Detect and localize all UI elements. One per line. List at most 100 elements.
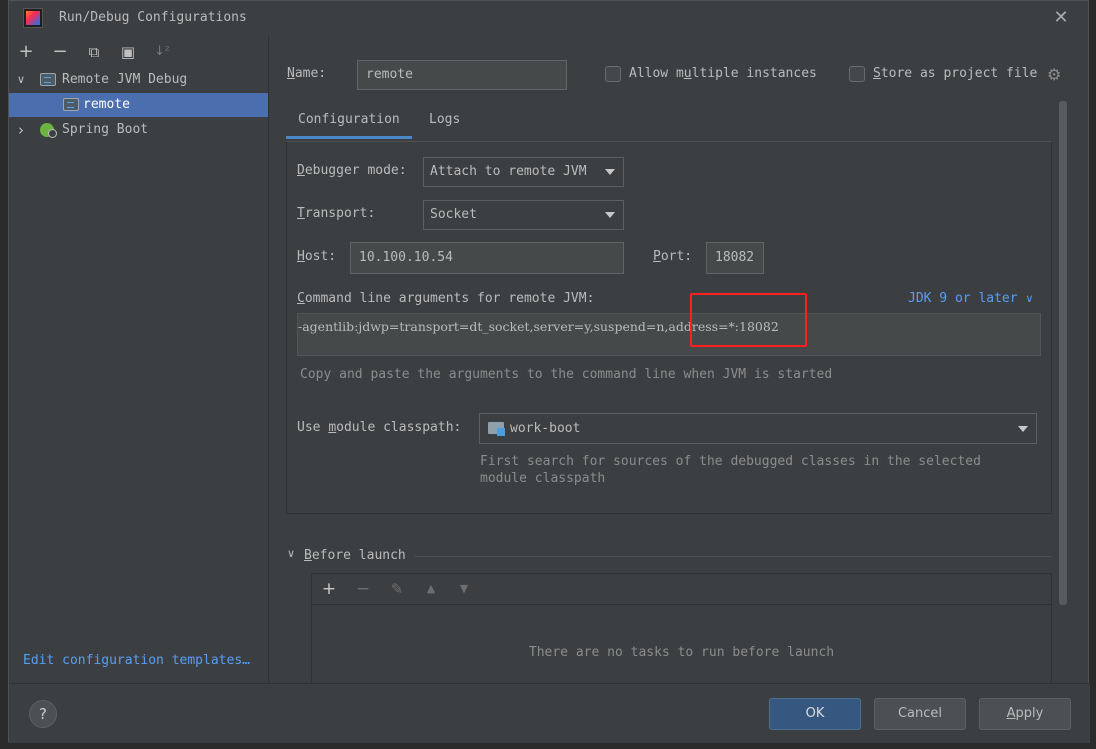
spring-boot-icon <box>40 123 57 138</box>
close-icon[interactable]: ✕ <box>1050 7 1072 29</box>
gear-icon[interactable]: ⚙ <box>1047 65 1061 84</box>
label-part: ltiple instances <box>691 66 817 81</box>
mnemonic: T <box>297 206 305 221</box>
store-as-project-file-label[interactable]: Store as project file <box>873 66 1037 81</box>
link-text: JDK 9 or later <box>908 291 1018 306</box>
chevron-down-icon: ∨ <box>1025 292 1034 305</box>
configurations-sidebar: + − ⧉ ▣ ↓ᶻ ∨ Remote JVM Debug remote › S… <box>9 35 269 683</box>
remote-debug-icon <box>63 98 79 111</box>
sort-configurations-icon[interactable]: ↓ᶻ <box>151 41 173 63</box>
transport-label: Transport: <box>297 206 375 221</box>
debugger-mode-label: Debugger mode: <box>297 163 407 178</box>
mnemonic: A <box>1006 706 1016 721</box>
before-launch-empty-text: There are no tasks to run before launch <box>528 645 835 660</box>
select-value: work-boot <box>510 421 581 436</box>
debugger-mode-select[interactable]: Attach to remote JVM <box>423 157 624 187</box>
label-part: pply <box>1015 706 1044 721</box>
mnemonic: B <box>304 548 312 563</box>
port-input[interactable]: 18082 <box>706 242 764 274</box>
chevron-down-icon[interactable]: ∨ <box>15 68 27 92</box>
allow-multiple-instances-checkbox[interactable] <box>605 66 621 82</box>
tree-item-remote[interactable]: remote <box>9 93 268 117</box>
host-input[interactable]: 10.100.10.54 <box>350 242 624 274</box>
chevron-down-icon[interactable]: ∨ <box>287 547 295 560</box>
label-part: ransport: <box>304 206 376 221</box>
allow-multiple-instances-label[interactable]: Allow multiple instances <box>629 66 817 81</box>
label-part: ost: <box>304 249 337 264</box>
mnemonic: D <box>297 163 305 178</box>
add-task-icon[interactable]: + <box>318 578 340 600</box>
remote-debug-icon <box>40 73 56 86</box>
new-folder-icon[interactable]: ▣ <box>117 41 139 63</box>
tab-configuration[interactable]: Configuration <box>286 101 412 139</box>
mnemonic: S <box>873 66 881 81</box>
mnemonic: m <box>328 420 337 435</box>
tree-item-label: Spring Boot <box>62 122 149 137</box>
label-part: tore as project file <box>880 66 1038 81</box>
label-part: Allow m <box>629 66 684 81</box>
label-part: ort: <box>660 249 693 264</box>
jdk-version-link[interactable]: JDK 9 or later ∨ <box>908 291 1033 306</box>
edit-configuration-templates-link[interactable]: Edit configuration templates… <box>23 653 250 668</box>
toolbar-divider <box>312 604 1051 605</box>
hint-line: module classpath <box>480 471 606 486</box>
mnemonic: N <box>287 66 295 81</box>
command-line-label: Command line arguments for remote JVM: <box>297 291 594 306</box>
tree-item-label: Remote JVM Debug <box>62 72 188 87</box>
label-part: ebugger mode: <box>304 163 407 178</box>
store-as-project-file-checkbox[interactable] <box>849 66 865 82</box>
mnemonic: C <box>297 291 305 306</box>
before-launch-tasks: + − ✎ ▲ ▼ There are no tasks to run befo… <box>311 573 1052 683</box>
tree-item-label: remote <box>83 97 130 112</box>
label-part: ommand line arguments for remote JVM: <box>304 291 595 306</box>
module-folder-icon <box>488 422 505 436</box>
move-down-icon[interactable]: ▼ <box>453 578 475 600</box>
background-ide-right <box>1089 0 1096 749</box>
run-debug-configurations-dialog: Run/Debug Configurations ✕ + − ⧉ ▣ ↓ᶻ ∨ … <box>8 0 1090 743</box>
label-part: efore launch <box>311 548 406 563</box>
host-label: Host: <box>297 249 336 264</box>
module-classpath-select[interactable]: work-boot <box>479 413 1037 444</box>
command-line-field[interactable]: -agentlib:jdwp=transport=dt_socket,serve… <box>297 313 1041 356</box>
before-launch-title[interactable]: Before launch <box>304 548 406 563</box>
add-configuration-icon[interactable]: + <box>15 41 37 63</box>
mnemonic: P <box>653 249 661 264</box>
remove-task-icon[interactable]: − <box>352 578 374 600</box>
label-part: Use <box>297 420 329 435</box>
name-input[interactable]: remote <box>357 60 567 90</box>
dropdown-arrow-icon <box>1018 426 1028 432</box>
help-button[interactable]: ? <box>29 700 57 728</box>
tree-item-remote-jvm-debug[interactable]: ∨ Remote JVM Debug <box>9 68 268 92</box>
dropdown-arrow-icon <box>605 169 615 175</box>
hint-line: First search for sources of the debugged… <box>480 454 981 469</box>
transport-select[interactable]: Socket <box>423 200 624 230</box>
remove-configuration-icon[interactable]: − <box>49 41 71 63</box>
select-value: Attach to remote JVM <box>430 164 587 179</box>
tree-item-spring-boot[interactable]: › Spring Boot <box>9 118 268 142</box>
tab-logs[interactable]: Logs <box>417 101 472 139</box>
cancel-button[interactable]: Cancel <box>874 698 966 730</box>
module-badge-icon <box>497 428 505 436</box>
highlight-annotation-box <box>690 293 807 347</box>
label-part: ame: <box>294 66 327 81</box>
port-label: Port: <box>653 249 692 264</box>
scrollbar-thumb[interactable] <box>1059 101 1067 605</box>
module-classpath-hint: First search for sources of the debugged… <box>480 453 981 487</box>
intellij-logo-icon <box>23 8 43 28</box>
move-up-icon[interactable]: ▲ <box>420 578 442 600</box>
section-divider <box>415 556 1052 557</box>
edit-task-icon[interactable]: ✎ <box>386 578 408 600</box>
chevron-right-icon[interactable]: › <box>15 118 27 142</box>
ok-button[interactable]: OK <box>769 698 861 730</box>
title-bar[interactable]: Run/Debug Configurations ✕ <box>9 1 1090 35</box>
vertical-scrollbar[interactable] <box>1057 101 1069 605</box>
before-launch-toolbar: + − ✎ ▲ ▼ <box>312 574 1051 604</box>
window-title: Run/Debug Configurations <box>59 10 247 25</box>
apply-button[interactable]: Apply <box>979 698 1071 730</box>
mnemonic: H <box>297 249 305 264</box>
copy-configuration-icon[interactable]: ⧉ <box>83 41 105 63</box>
label-part: odule classpath: <box>336 420 462 435</box>
mnemonic: u <box>683 66 692 81</box>
command-line-hint: Copy and paste the arguments to the comm… <box>300 367 833 382</box>
name-label: Name: <box>287 66 326 81</box>
